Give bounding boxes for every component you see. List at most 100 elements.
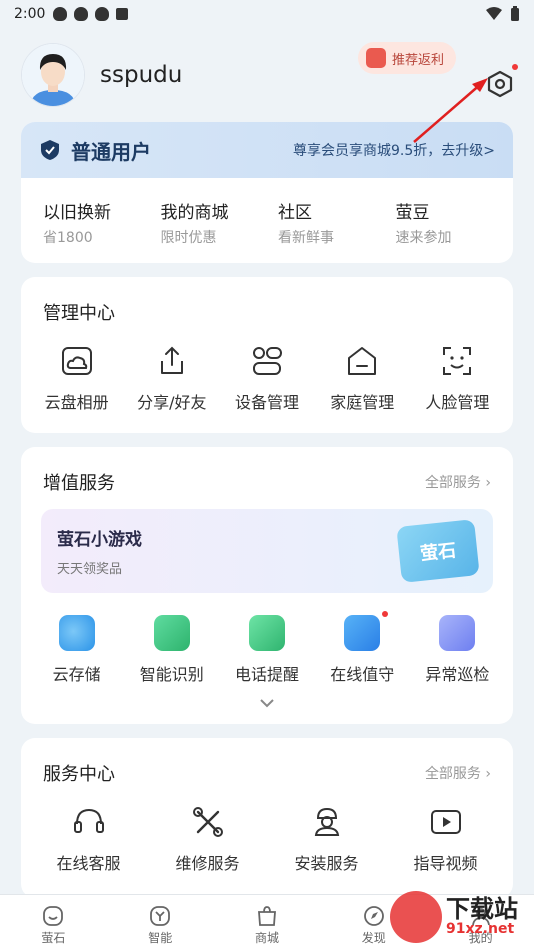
watermark: 下载站 91xz.net (390, 886, 530, 948)
device-icon (253, 347, 282, 375)
qq-notification-icon (74, 7, 89, 21)
discover-icon (363, 906, 384, 926)
face-management-button[interactable]: 人脸管理 (410, 343, 505, 413)
management-center: 管理中心 云盘相册 分享/好友 设备管理 家庭管理 人脸管理 (21, 277, 513, 433)
family-management-button[interactable]: 家庭管理 (315, 343, 410, 413)
quick-item-title: 萤豆 (395, 203, 430, 223)
expand-button[interactable] (21, 693, 513, 724)
quick-item-community[interactable]: 社区 看新鲜事 (278, 198, 396, 247)
referral-rebate-label: 推荐返利 (391, 52, 444, 68)
referral-rebate-button[interactable]: 推荐返利 (357, 42, 456, 74)
member-upgrade-bar[interactable]: 普通用户 尊享会员享商城9.5折，去升级> (21, 122, 513, 178)
service-center: 服务中心 全部服务 › 在线客服 维修服务 安装服务 指导视频 (21, 738, 513, 898)
installer-icon (314, 807, 339, 836)
member-card: 普通用户 尊享会员享商城9.5折，去升级> 以旧换新 省1800 我的商城 限时… (21, 122, 513, 263)
all-services-link[interactable]: 全部服务 › (425, 763, 491, 783)
member-level: 普通用户 (71, 139, 151, 164)
cell-label: 人脸管理 (425, 393, 490, 412)
game-title: 萤石小游戏 (57, 530, 142, 550)
section-title: 服务中心 (43, 764, 115, 785)
upgrade-link[interactable]: 尊享会员享商城9.5折，去升级> (293, 140, 495, 160)
watermark-text: 下载站 (446, 895, 518, 923)
wifi-icon (486, 7, 502, 20)
wrench-icon (192, 807, 223, 837)
share-icon (160, 346, 183, 374)
tab-label: 萤石 (41, 931, 66, 945)
cell-label: 云盘相册 (44, 393, 109, 412)
cell-label: 在线值守 (330, 665, 395, 684)
cell-label: 家庭管理 (330, 393, 395, 412)
quick-item-title: 社区 (278, 203, 312, 223)
cloud-storage-icon (58, 615, 95, 651)
cloud-album-icon (61, 347, 92, 375)
cell-label: 云存储 (52, 665, 101, 684)
new-badge-dot (381, 611, 388, 617)
quick-item-trade-in[interactable]: 以旧换新 省1800 (43, 198, 161, 247)
quick-item-beans[interactable]: 萤豆 速来参加 (396, 198, 514, 247)
game-logo: 萤石 (396, 519, 480, 583)
anomaly-inspection-button[interactable]: 异常巡检 (410, 615, 505, 685)
watermark-url: 91xz.net (446, 921, 515, 937)
tab-smart[interactable]: 智能 (107, 895, 214, 950)
app-notification-icon (116, 8, 129, 20)
value-added-services: 增值服务 全部服务 › 萤石小游戏 天天领奖品 萤石 云存储 智能识别 电话提醒… (21, 447, 513, 724)
smart-icon (150, 906, 171, 926)
cloud-storage-button[interactable]: 云存储 (29, 615, 124, 685)
section-title: 增值服务 (43, 473, 115, 494)
weibo-notification-icon (95, 7, 110, 21)
avatar[interactable] (22, 44, 84, 106)
smart-recognition-button[interactable]: 智能识别 (124, 615, 219, 685)
quick-item-subtitle: 限时优惠 (160, 230, 217, 246)
qq-notification-icon (53, 7, 68, 21)
inspect-icon (439, 615, 476, 651)
all-services-link[interactable]: 全部服务 › (425, 472, 491, 492)
guide-video-button[interactable]: 指导视频 (386, 804, 505, 874)
guard-icon (344, 615, 381, 651)
share-friends-button[interactable]: 分享/好友 (124, 343, 219, 413)
cell-label: 异常巡检 (425, 665, 490, 684)
settings-button[interactable] (486, 64, 518, 98)
avatar-illustration-icon (22, 44, 84, 106)
cell-label: 在线客服 (56, 854, 121, 873)
installation-service-button[interactable]: 安装服务 (267, 804, 386, 874)
quick-item-my-shop[interactable]: 我的商城 限时优惠 (161, 198, 279, 247)
management-grid: 云盘相册 分享/好友 设备管理 家庭管理 人脸管理 (21, 325, 513, 433)
tab-label: 智能 (148, 931, 173, 945)
cloud-album-button[interactable]: 云盘相册 (29, 343, 124, 413)
ai-icon (153, 615, 190, 651)
shop-icon (258, 906, 276, 926)
value-services-grid: 云存储 智能识别 电话提醒 在线值守 异常巡检 (21, 593, 513, 693)
quick-item-title: 以旧换新 (43, 203, 111, 223)
ezviz-icon (43, 906, 64, 926)
section-header: 增值服务 全部服务 › (21, 447, 513, 495)
username[interactable]: sspudu (100, 62, 182, 88)
settings-badge-dot (512, 64, 518, 70)
quick-item-subtitle: 看新鲜事 (278, 230, 334, 246)
headset-icon (73, 808, 104, 833)
section-title: 管理中心 (43, 303, 115, 324)
shield-icon (41, 140, 59, 160)
online-guard-button[interactable]: 在线值守 (315, 611, 410, 685)
profile-header: sspudu 推荐返利 (0, 28, 534, 122)
all-services-label: 全部服务 (424, 475, 481, 491)
settings-hexagon-icon (487, 70, 513, 98)
repair-service-button[interactable]: 维修服务 (148, 804, 267, 874)
quick-links: 以旧换新 省1800 我的商城 限时优惠 社区 看新鲜事 萤豆 速来参加 (21, 178, 513, 263)
device-management-button[interactable]: 设备管理 (219, 343, 314, 413)
home-icon (348, 347, 377, 375)
cell-label: 设备管理 (235, 393, 300, 412)
online-support-button[interactable]: 在线客服 (29, 804, 148, 874)
tab-ezviz[interactable]: 萤石 (0, 895, 107, 950)
quick-item-title: 我的商城 (160, 203, 229, 223)
chevron-right-icon: › (485, 475, 491, 491)
game-subtitle: 天天领奖品 (57, 562, 123, 577)
status-time: 2:00 (14, 6, 46, 22)
red-envelope-icon (365, 48, 386, 68)
mini-game-banner[interactable]: 萤石小游戏 天天领奖品 萤石 (41, 509, 493, 593)
tab-shop[interactable]: 商城 (214, 895, 321, 950)
tab-label: 商城 (254, 931, 279, 945)
video-icon (430, 810, 461, 834)
phone-alert-button[interactable]: 电话提醒 (219, 615, 314, 685)
tab-label: 发现 (361, 931, 386, 945)
phone-alert-icon (249, 615, 285, 651)
